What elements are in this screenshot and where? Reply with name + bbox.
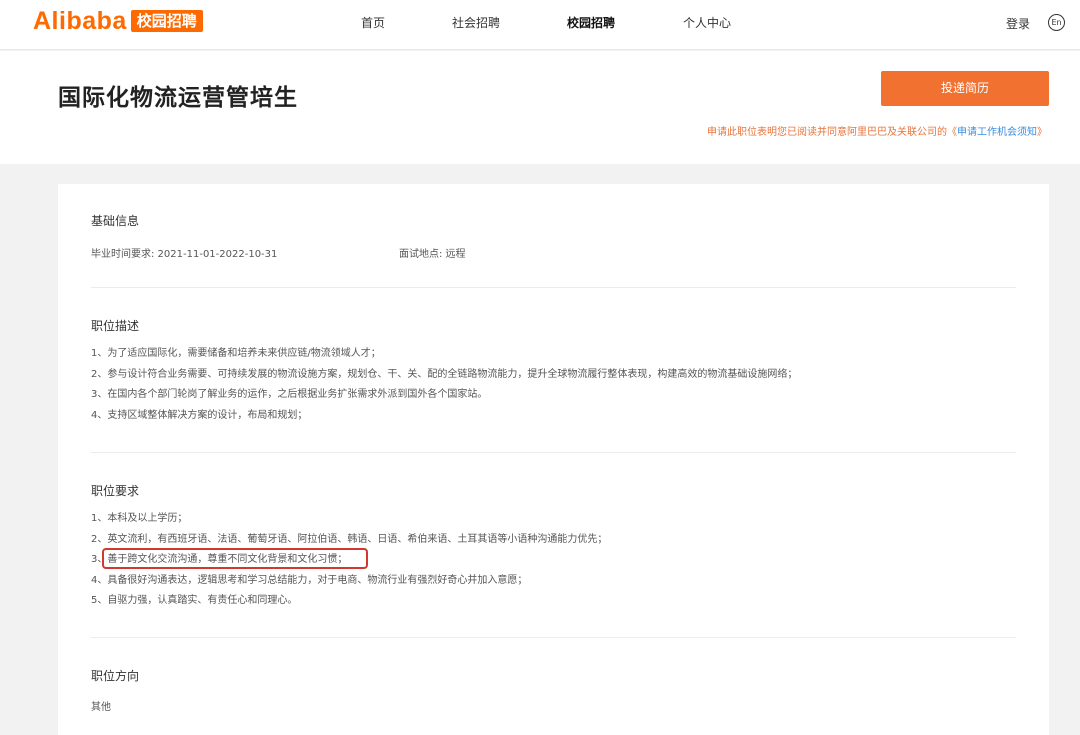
direction-section: 职位方向 — [91, 667, 1016, 684]
list-item: 1、为了适应国际化，需要储备和培养未来供应链/物流领域人才； — [91, 348, 381, 359]
interview-location: 面试地点: 远程 — [399, 249, 466, 260]
login-link[interactable]: 登录 — [1006, 15, 1030, 32]
section-title-basic-info: 基础信息 — [91, 214, 140, 228]
nav-home[interactable]: 首页 — [361, 14, 385, 31]
section-title-requirements: 职位要求 — [91, 484, 140, 498]
logo-wordmark: Alibaba — [33, 7, 127, 35]
application-notice: 申请此职位表明您已阅读并同意阿里巴巴及关联公司的《申请工作机会须知》 — [707, 123, 1047, 138]
job-detail-card: 基础信息 毕业时间要求: 2021-11-01-2022-10-31 面试地点:… — [58, 184, 1049, 735]
nav-campus-recruitment[interactable]: 校园招聘 — [567, 14, 615, 31]
section-divider — [91, 287, 1016, 288]
notice-link[interactable]: 申请工作机会须知 — [957, 127, 1037, 138]
alibaba-logo[interactable]: Alibaba 校园招聘 — [33, 7, 203, 35]
graduation-requirement: 毕业时间要求: 2021-11-01-2022-10-31 — [91, 249, 278, 260]
section-divider — [91, 452, 1016, 453]
basic-info-section: 基础信息 — [91, 212, 1016, 229]
highlight-annotation-box — [102, 548, 368, 569]
nav-personal-center[interactable]: 个人中心 — [683, 14, 731, 31]
list-item: 4、支持区域整体解决方案的设计，布局和规划； — [91, 409, 308, 421]
section-title-description: 职位描述 — [91, 319, 140, 333]
apply-button[interactable]: 投递简历 — [881, 71, 1049, 106]
requirements-section: 职位要求 — [91, 482, 1016, 499]
nav-social-recruitment[interactable]: 社会招聘 — [452, 14, 500, 31]
top-navigation-bar: Alibaba 校园招聘 首页 社会招聘 校园招聘 个人中心 登录 En — [0, 0, 1080, 50]
job-title-band: 国际化物流运营管培生 投递简历 申请此职位表明您已阅读并同意阿里巴巴及关联公司的… — [0, 51, 1080, 164]
list-item: 5、自驱力强，认真踏实、有责任心和同理心。 — [91, 595, 298, 606]
notice-suffix: 》 — [1037, 127, 1047, 138]
list-item: 2、参与设计符合业务需要、可持续发展的物流设施方案，规划仓、干、关、配的全链路物… — [91, 368, 798, 380]
list-item: 2、英文流利，有西班牙语、法语、葡萄牙语、阿拉伯语、韩语、日语、希伯来语、土耳其… — [91, 533, 608, 545]
notice-prefix: 申请此职位表明您已阅读并同意阿里巴巴及关联公司的《 — [707, 127, 957, 138]
language-switch-icon[interactable]: En — [1048, 14, 1065, 31]
list-item: 1、本科及以上学历； — [91, 513, 188, 524]
description-list: 1、为了适应国际化，需要储备和培养未来供应链/物流领域人才； 2、参与设计符合业… — [91, 344, 797, 426]
list-item: 4、具备很好沟通表达，逻辑思考和学习总结能力，对于电商、物流行业有强烈好奇心并加… — [91, 574, 528, 586]
section-divider — [91, 637, 1016, 638]
list-item: 3、在国内各个部门轮岗了解业务的运作，之后根据业务扩张需求外派到国外各个国家站。 — [91, 389, 488, 400]
section-title-direction: 职位方向 — [91, 669, 140, 683]
page-title: 国际化物流运营管培生 — [58, 85, 298, 111]
logo-badge: 校园招聘 — [130, 10, 203, 32]
job-direction-value: 其他 — [91, 702, 111, 713]
description-section: 职位描述 — [91, 317, 1016, 334]
